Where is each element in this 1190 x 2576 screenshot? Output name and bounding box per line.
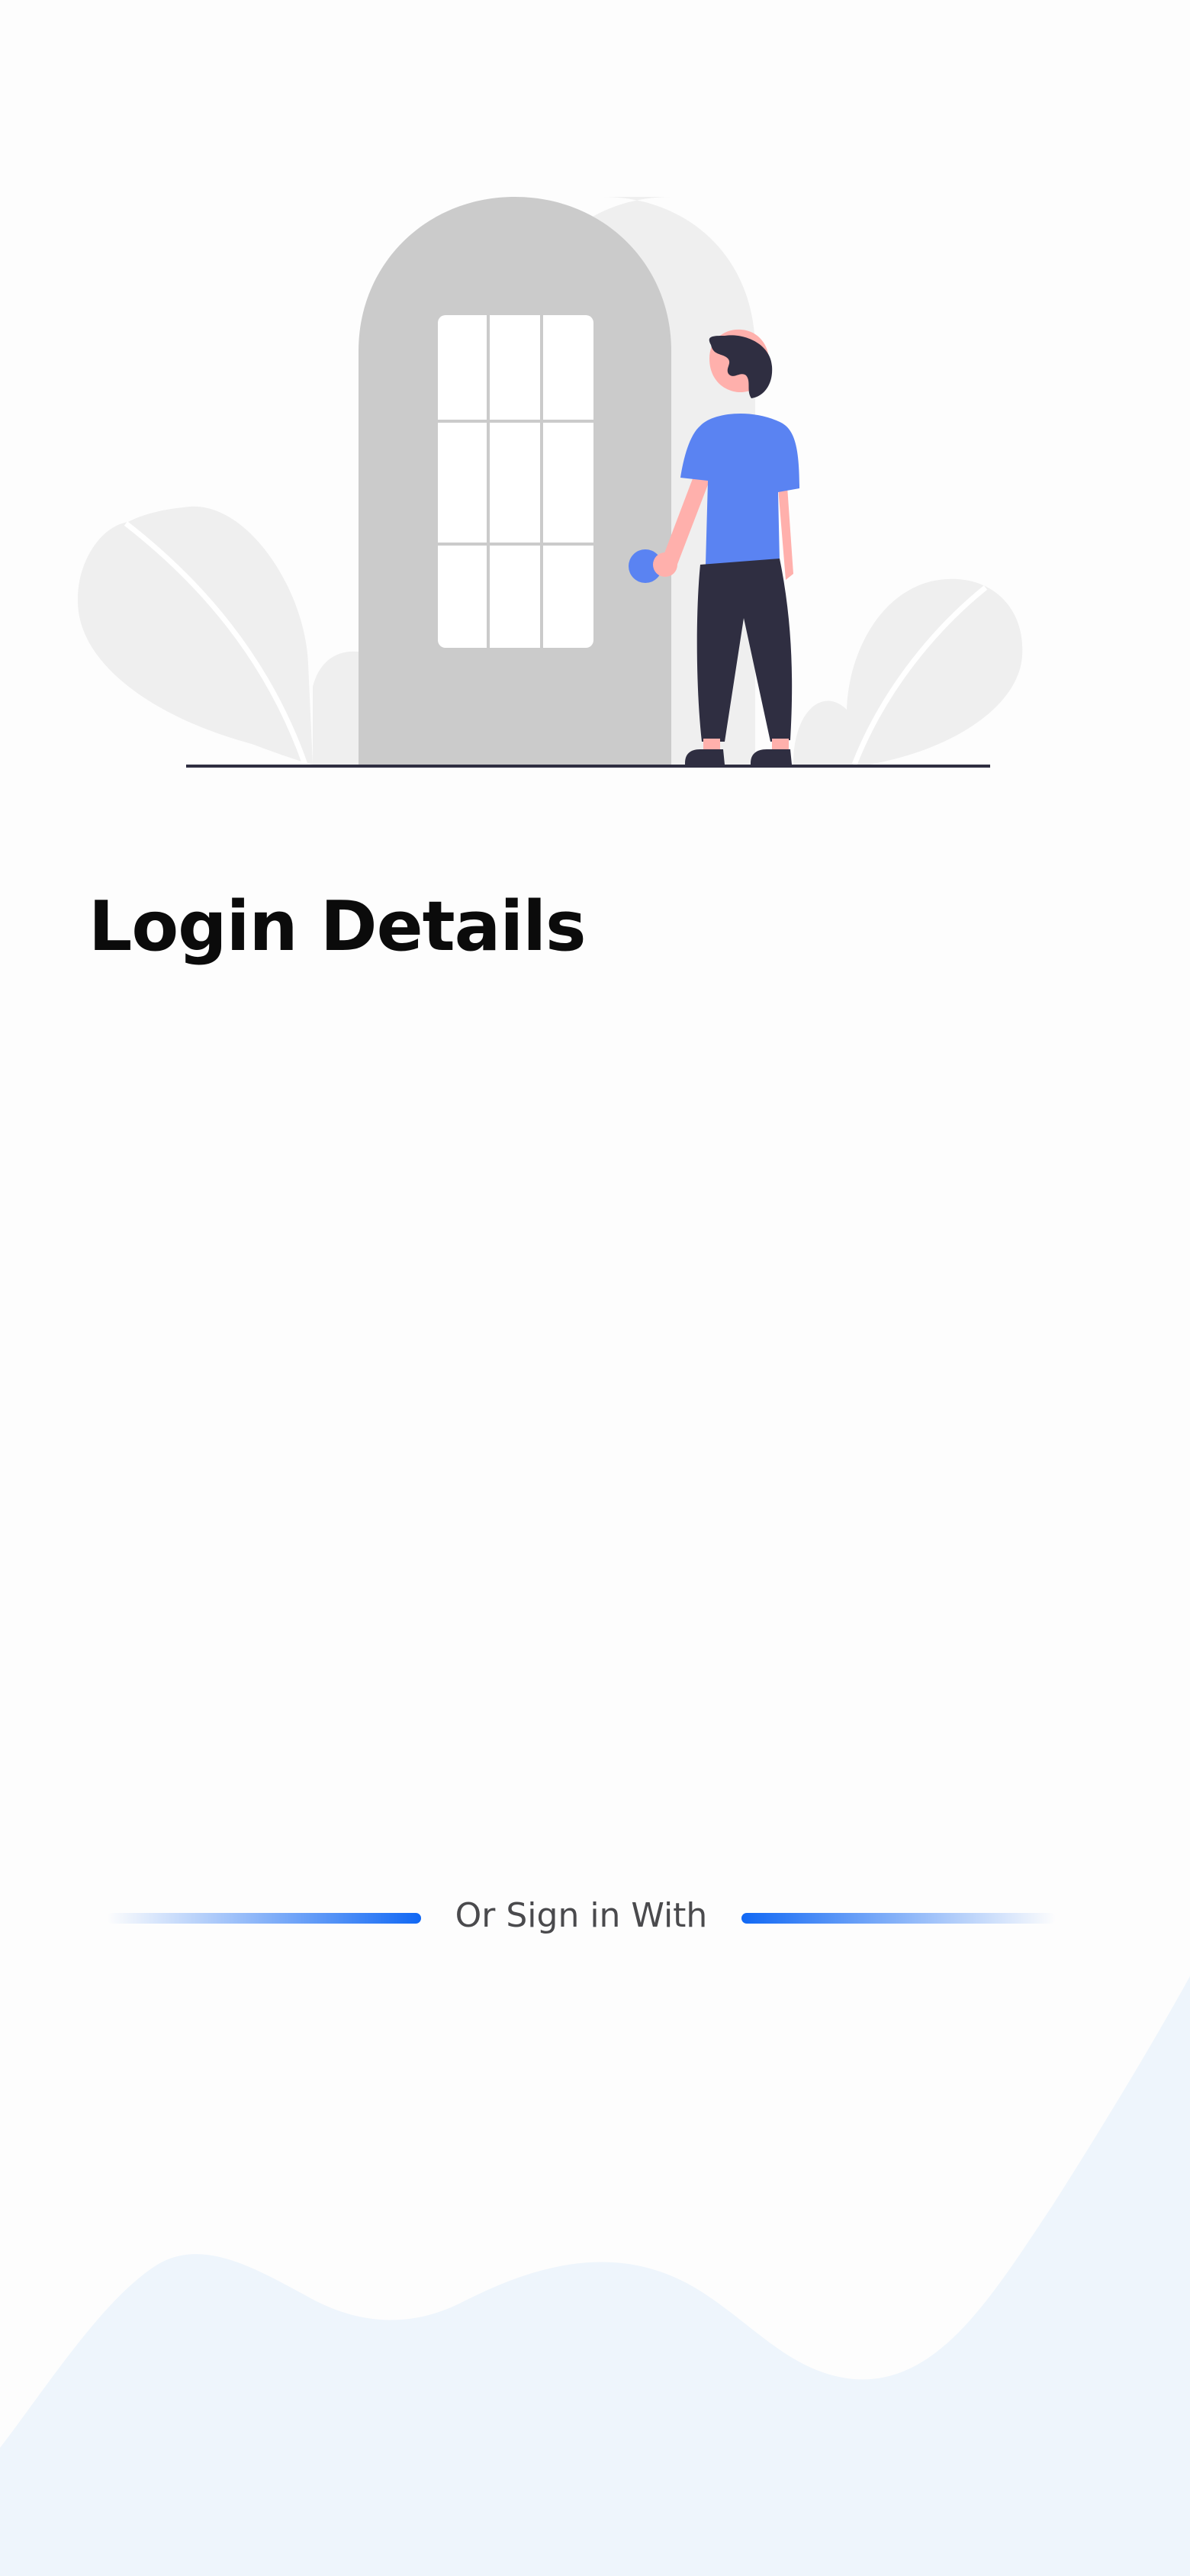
page-title: Login Details [88, 887, 587, 967]
divider-line-right [741, 1913, 1056, 1924]
background-wave [0, 1976, 1190, 2576]
divider-line-left [107, 1913, 421, 1924]
door-illustration [359, 197, 671, 765]
divider-label: Or Sign in With [455, 1896, 708, 1935]
hero-illustration [77, 197, 1023, 768]
left-plant-illustration [77, 506, 362, 766]
sign-in-divider: Or Sign in With [107, 1885, 1060, 1947]
right-plant-illustration [793, 578, 1023, 766]
login-form-area [88, 1015, 1102, 1778]
